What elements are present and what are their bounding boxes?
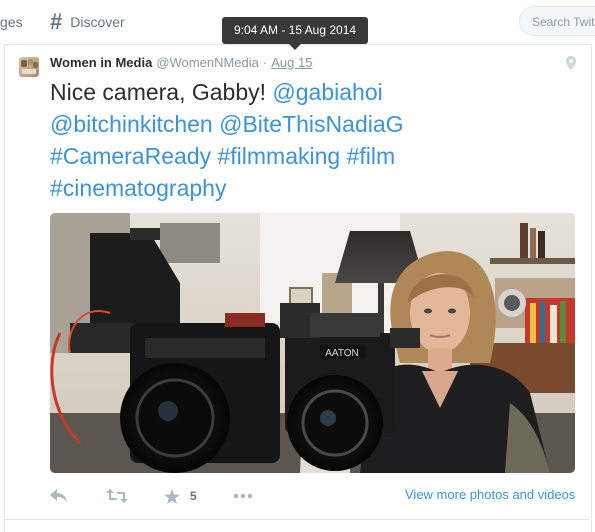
- tweet-text-plain: Nice camera, Gabby!: [50, 79, 273, 105]
- hashtag-link[interactable]: #filmmaking: [217, 143, 340, 169]
- header-separator: ·: [262, 55, 268, 70]
- divider: [4, 519, 590, 520]
- hashtag-link[interactable]: #cinematography: [50, 175, 226, 201]
- favorite-button[interactable]: 5: [164, 485, 197, 507]
- camera-brand-label: AATON: [325, 348, 359, 359]
- favorite-count: 5: [190, 489, 197, 503]
- location-pin-icon[interactable]: [566, 56, 576, 70]
- retweet-icon: [106, 489, 128, 503]
- tweet-photo[interactable]: AATON: [50, 213, 575, 473]
- reply-button[interactable]: [50, 485, 68, 507]
- star-icon: [164, 488, 180, 504]
- nav-item-discover[interactable]: # Discover: [50, 10, 125, 34]
- hashtag-link[interactable]: #CameraReady: [50, 143, 211, 169]
- nav-item-previous-label[interactable]: ges: [0, 14, 23, 30]
- nav-item-discover-label: Discover: [70, 14, 125, 30]
- more-button[interactable]: [233, 485, 253, 507]
- search-input[interactable]: Search Twitt: [519, 6, 595, 36]
- tweet-timestamp-link[interactable]: Aug 15: [271, 55, 312, 70]
- tweet-text: Nice camera, Gabby! @gabiahoi @bitchinki…: [50, 76, 530, 204]
- author-name[interactable]: Women in Media: [50, 55, 152, 70]
- author-handle[interactable]: @WomenNMedia: [156, 55, 259, 70]
- photo-woman-with-cameras: AATON: [50, 213, 575, 473]
- mention-link[interactable]: @gabiahoi: [272, 79, 382, 105]
- timestamp-tooltip: 9:04 AM - 15 Aug 2014: [222, 17, 368, 50]
- view-more-photos-link[interactable]: View more photos and videos: [405, 487, 575, 502]
- hashtag-link[interactable]: #film: [347, 143, 396, 169]
- reply-icon: [50, 489, 67, 502]
- retweet-button[interactable]: [106, 485, 128, 507]
- more-icon: [233, 493, 253, 499]
- mention-link[interactable]: @bitchinkitchen: [50, 111, 213, 137]
- tweet-header: Women in Media @WomenNMedia · Aug 15: [50, 55, 312, 73]
- avatar[interactable]: [19, 57, 39, 77]
- mention-link[interactable]: @BiteThisNadiaG: [219, 111, 403, 137]
- search-placeholder: Search Twitt: [532, 15, 595, 29]
- hashtag-icon: #: [50, 9, 63, 34]
